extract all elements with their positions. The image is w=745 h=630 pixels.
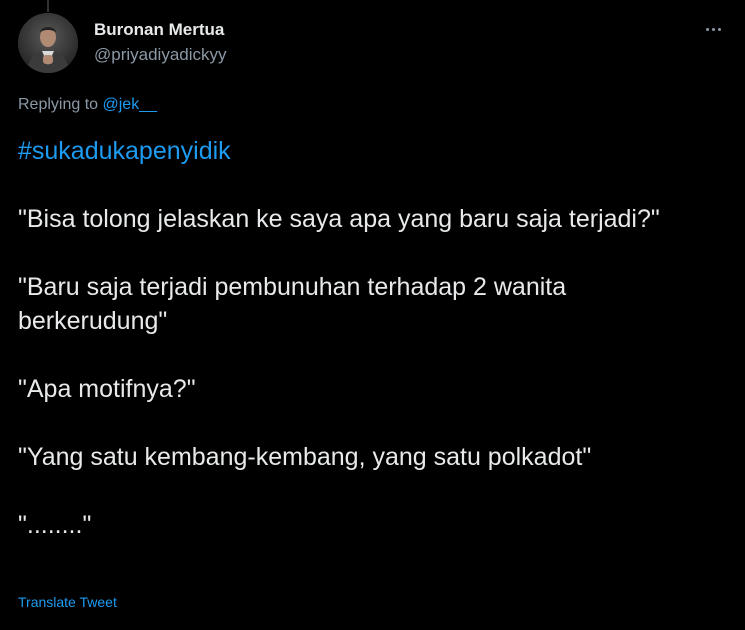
more-dots-icon	[704, 27, 722, 31]
thread-connector-line	[47, 0, 49, 12]
hashtag-paragraph: #sukadukapenyidik	[18, 134, 718, 168]
user-handle[interactable]: @priyadiyadickyy	[94, 45, 227, 65]
tweet-paragraph-1: "Bisa tolong jelaskan ke saya apa yang b…	[18, 205, 660, 233]
tweet-paragraph-4: "Yang satu kembang-kembang, yang satu po…	[18, 443, 592, 471]
display-name[interactable]: Buronan Mertua	[94, 20, 224, 40]
avatar[interactable]	[18, 13, 78, 73]
replying-to-prefix: Replying to	[18, 96, 103, 113]
translate-tweet-link[interactable]: Translate Tweet	[18, 594, 117, 610]
replying-to-mention-link[interactable]: @jek__	[103, 96, 158, 113]
more-options-button[interactable]	[700, 18, 726, 40]
tweet-paragraph-2: "Baru saja terjadi pembunuhan terhadap 2…	[18, 273, 567, 335]
profile-photo-icon	[18, 13, 78, 73]
tweet-paragraph-5: "........"	[18, 511, 92, 539]
replying-to-line: Replying to @jek__	[18, 96, 157, 114]
tweet-text: #sukadukapenyidik "Bisa tolong jelaskan …	[18, 134, 718, 576]
tweet-paragraph-3: "Apa motifnya?"	[18, 375, 196, 403]
hashtag-link[interactable]: #sukadukapenyidik	[18, 137, 231, 165]
